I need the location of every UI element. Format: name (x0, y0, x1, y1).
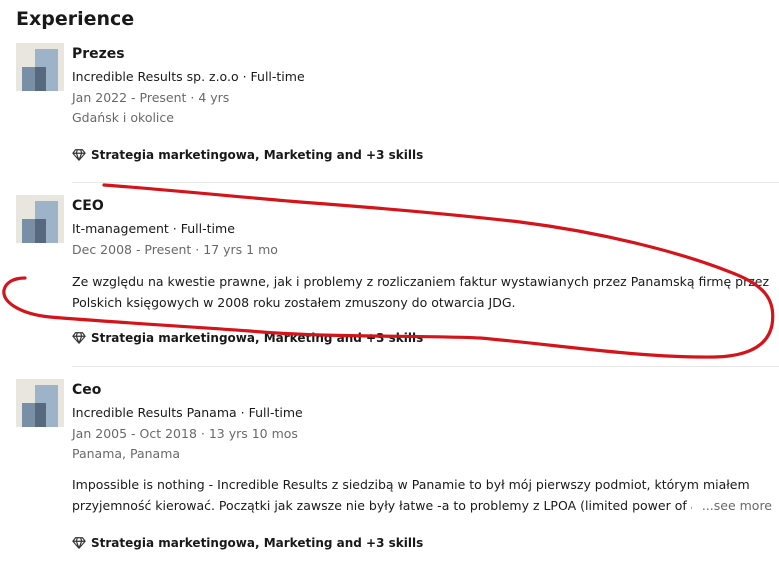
job-description-line: Ze względu na kwestie prawne, jak i prob… (72, 274, 770, 289)
skills-row[interactable]: Strategia marketingowa, Marketing and +3… (72, 331, 423, 345)
skills-row[interactable]: Strategia marketingowa, Marketing and +3… (72, 536, 423, 550)
job-title[interactable]: Prezes (72, 46, 125, 62)
section-title: Experience (16, 8, 135, 30)
job-dates: Jan 2005 - Oct 2018 · 13 yrs 10 mos (72, 426, 298, 441)
company-logo-icon[interactable] (16, 379, 64, 427)
skills-label: Strategia marketingowa, Marketing and +3… (91, 536, 424, 550)
company-logo-icon[interactable] (16, 195, 64, 243)
job-title[interactable]: CEO (72, 198, 104, 214)
job-dates: Dec 2008 - Present · 17 yrs 1 mo (72, 242, 278, 257)
divider (72, 366, 779, 367)
job-dates: Jan 2022 - Present · 4 yrs (72, 90, 230, 105)
divider (72, 182, 779, 183)
diamond-icon (72, 149, 86, 161)
diamond-icon (72, 332, 86, 344)
company-name: Incredible Results sp. z.o.o · Full-time (72, 69, 305, 84)
red-annotation-circle (2, 183, 775, 359)
job-location: Panama, Panama (72, 446, 181, 461)
see-more-link[interactable]: ...see more (693, 498, 772, 513)
diamond-icon (72, 537, 86, 549)
job-description-line: Impossible is nothing - Incredible Resul… (72, 477, 750, 492)
company-name: Incredible Results Panama · Full-time (72, 405, 303, 420)
job-title[interactable]: Ceo (72, 382, 101, 398)
job-description-line: Polskich księgowych w 2008 roku zostałem… (72, 295, 516, 310)
company-logo-icon[interactable] (16, 43, 64, 91)
company-name: It-management · Full-time (72, 221, 235, 236)
skills-row[interactable]: Strategia marketingowa, Marketing and +3… (72, 148, 423, 162)
skills-label: Strategia marketingowa, Marketing and +3… (91, 148, 424, 162)
job-description-line: przyjemność kierować. Początki jak zawsz… (72, 498, 692, 513)
skills-label: Strategia marketingowa, Marketing and +3… (91, 331, 424, 345)
job-location: Gdańsk i okolice (72, 110, 174, 125)
